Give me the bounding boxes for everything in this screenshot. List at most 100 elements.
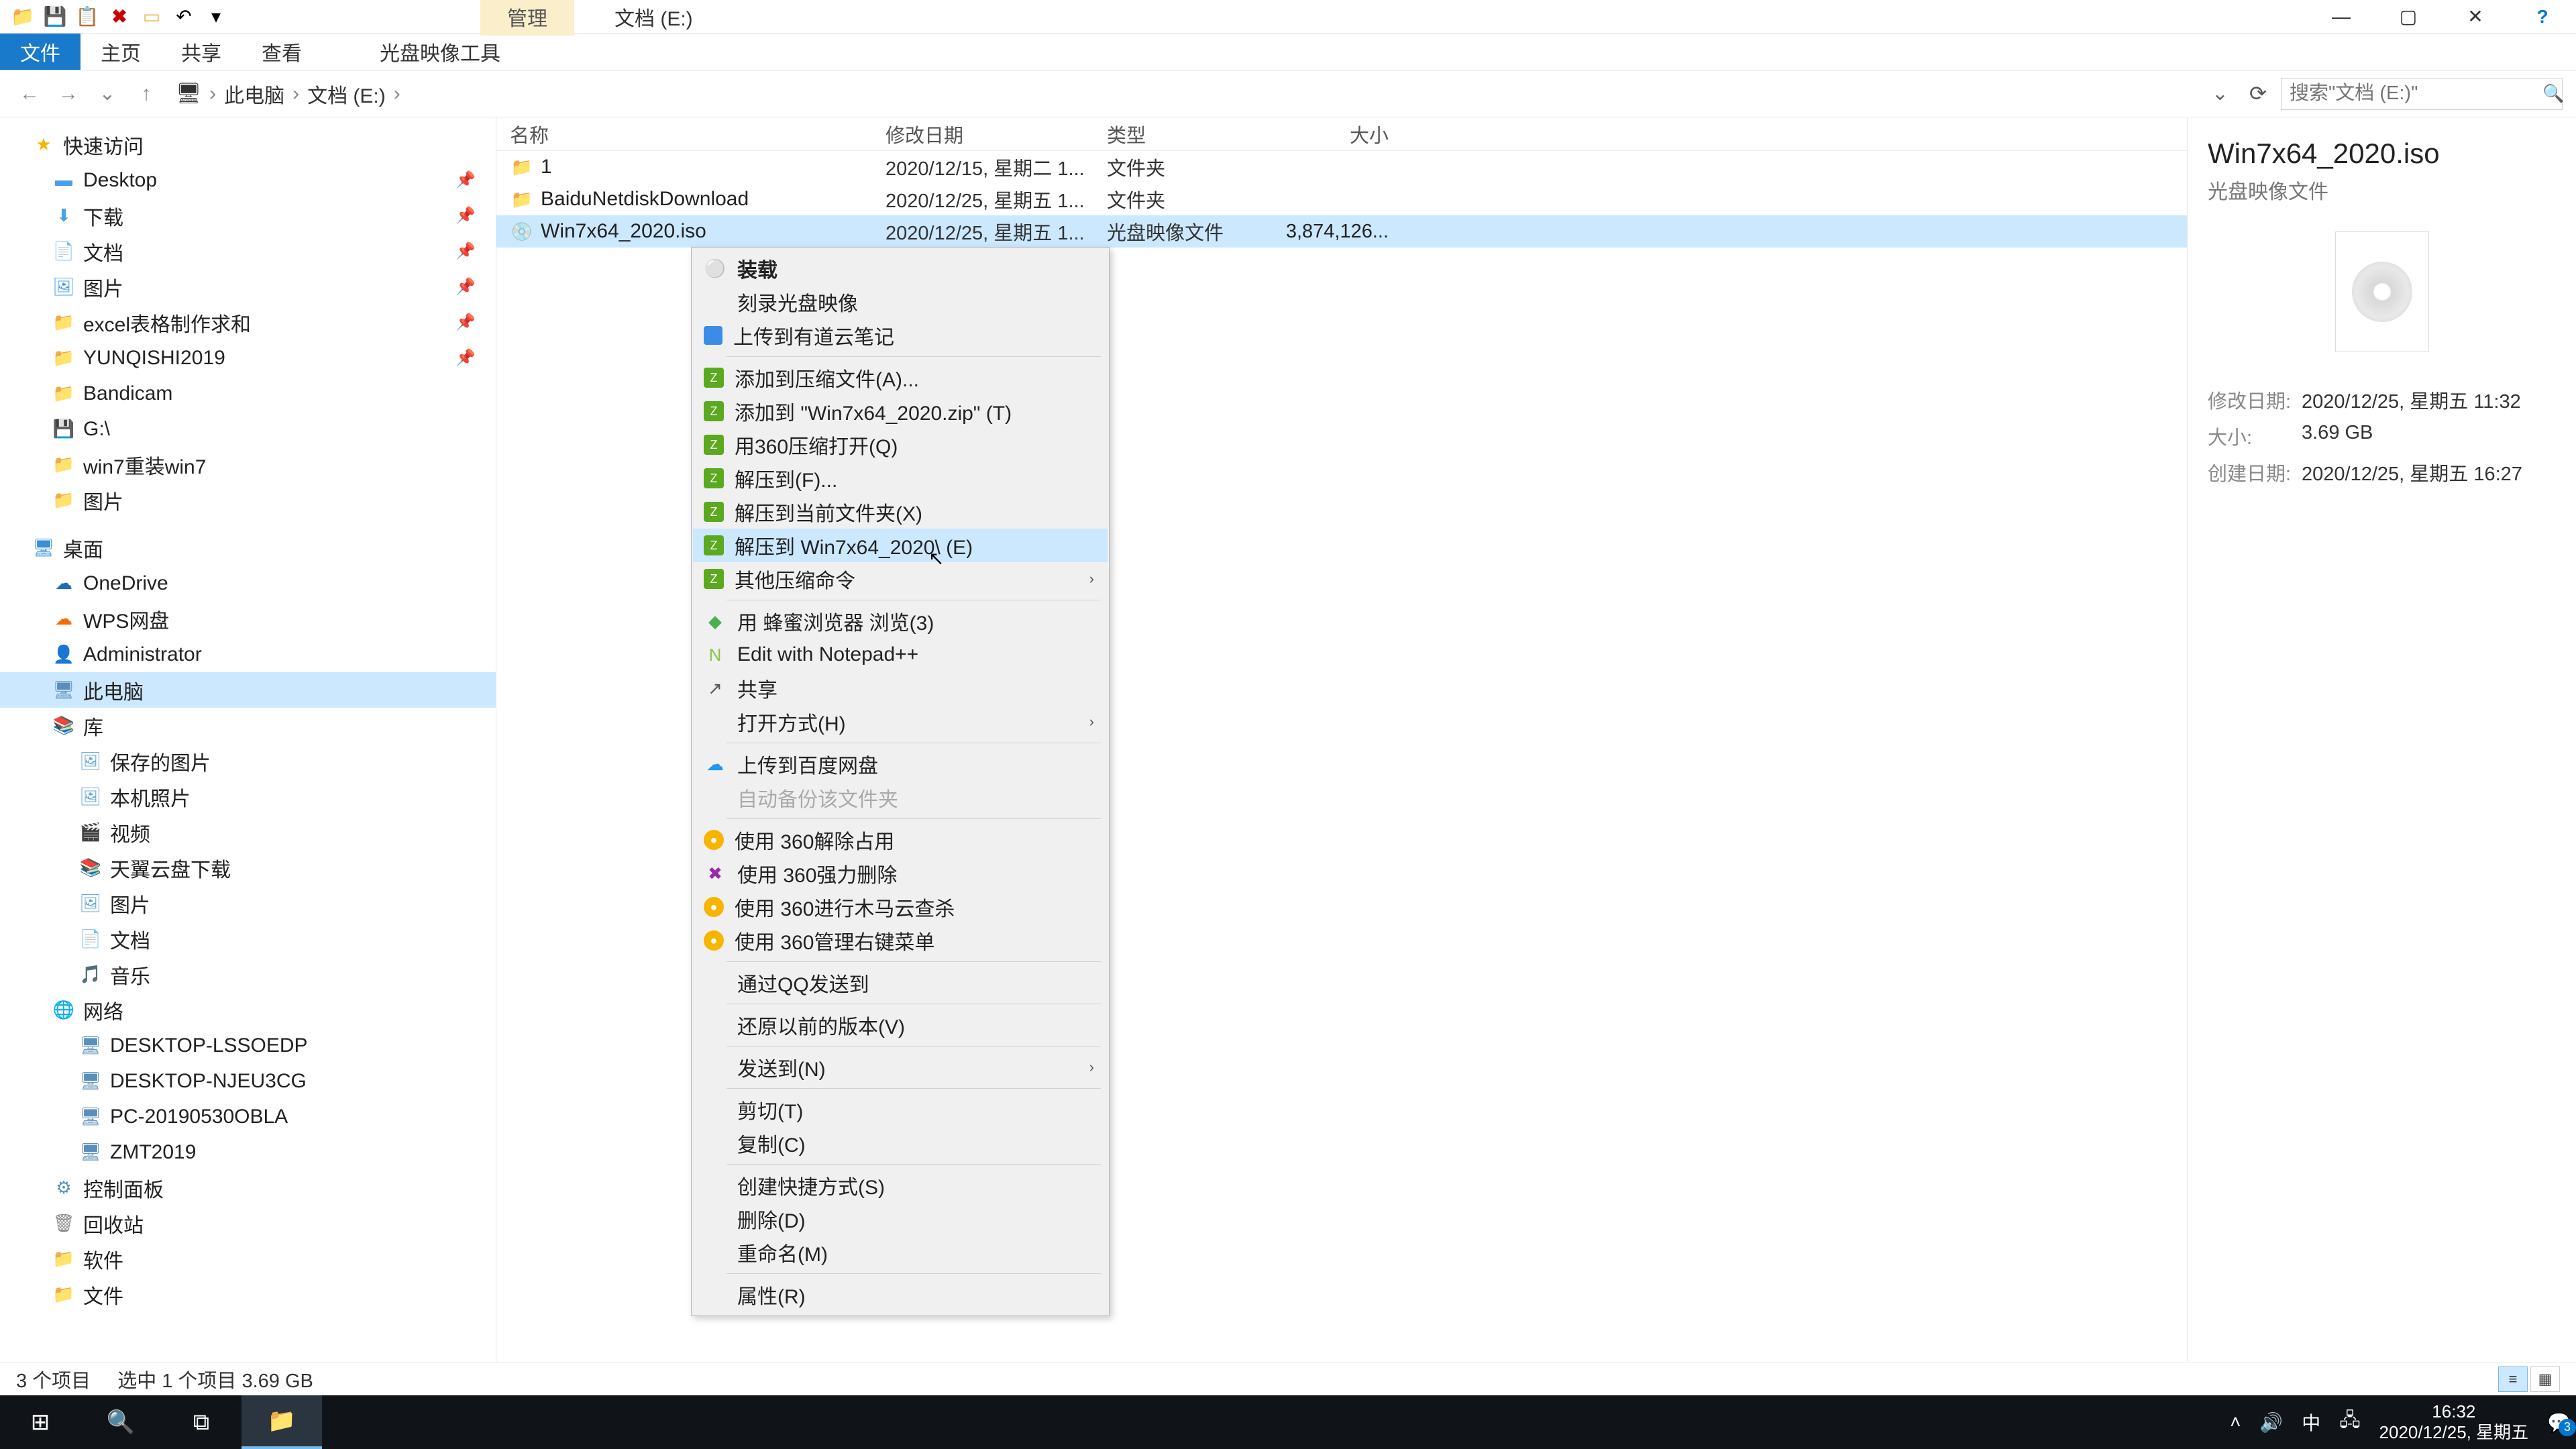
menu-item[interactable]: 刻录光盘映像 [693,285,1108,319]
task-view-button[interactable]: ⧉ [161,1395,241,1449]
back-button[interactable]: ← [13,78,46,110]
search-icon[interactable]: 🔍 [2542,83,2564,104]
menu-item[interactable]: 属性(R) [693,1278,1108,1311]
tree-pictures3[interactable]: 🖼图片 [0,885,496,921]
undo-icon[interactable]: 📋 [75,5,99,29]
ime-icon[interactable]: 中 [2302,1409,2320,1436]
menu-item[interactable]: ⚪装载 [693,252,1108,285]
maximize-button[interactable]: ▢ [2375,0,2442,34]
menu-item[interactable]: 发送到(N)› [693,1051,1108,1084]
tree-quick-access[interactable]: ★快速访问 [0,127,496,162]
menu-item[interactable]: ☁上传到百度网盘 [693,747,1108,781]
tree-desktop-header[interactable]: 🖥桌面 [0,530,496,566]
tree-network[interactable]: 🌐网络 [0,992,496,1028]
tab-view[interactable]: 查看 [241,34,322,70]
menu-item[interactable]: Z其他压缩命令› [693,562,1108,596]
tree-admin[interactable]: 👤Administrator [0,637,496,672]
tab-share[interactable]: 共享 [161,34,241,70]
tree-music[interactable]: 🎵音乐 [0,957,496,992]
recent-dropdown[interactable]: ⌄ [91,78,123,110]
breadcrumb[interactable]: 🖥 › 此电脑 › 文档 (E:) › ⌄ [169,76,2235,111]
tree-desktop[interactable]: ▬Desktop📌 [0,162,496,198]
menu-item[interactable]: Z解压到(F)... [693,462,1108,495]
search-input[interactable] [2290,83,2542,105]
tree-pc2[interactable]: 🖥DESKTOP-NJEU3CG [0,1063,496,1099]
breadcrumb-loc[interactable]: 文档 (E:) [307,79,386,109]
delete-icon[interactable]: ✖ [107,5,131,29]
start-button[interactable]: ⊞ [0,1395,80,1449]
menu-item[interactable]: 上传到有道云笔记 [693,319,1108,352]
tray-chevron-icon[interactable]: ˄ [2230,1411,2241,1433]
breadcrumb-root[interactable]: 此电脑 [224,79,284,109]
menu-item[interactable]: ●使用 360进行木马云查杀 [693,890,1108,924]
menu-item[interactable]: ✖使用 360强力删除 [693,857,1108,890]
menu-item[interactable]: 复制(C) [693,1126,1108,1160]
tree-saved-pictures[interactable]: 🖼保存的图片 [0,743,496,779]
tree-libraries[interactable]: 📚库 [0,708,496,743]
up-button[interactable]: ↑ [130,78,162,110]
menu-item[interactable]: Z添加到 "Win7x64_2020.zip" (T) [693,394,1108,428]
tree-excel-folder[interactable]: 📁excel表格制作求和📌 [0,305,496,340]
tree-yunqishi[interactable]: 📁YUNQISHI2019📌 [0,340,496,376]
tree-pc1[interactable]: 🖥DESKTOP-LSSOEDP [0,1028,496,1063]
menu-item[interactable]: 创建快捷方式(S) [693,1169,1108,1202]
tree-documents3[interactable]: 📄文档 [0,921,496,957]
tree-wps[interactable]: ☁WPS网盘 [0,601,496,637]
col-size[interactable]: 大小 [1281,120,1415,148]
volume-icon[interactable]: 🔊 [2259,1411,2283,1434]
tree-this-pc[interactable]: 🖥此电脑 [0,672,496,708]
menu-item[interactable]: ↗共享 [693,672,1108,705]
file-row[interactable]: 📁12020/12/15, 星期二 1...文件夹 [496,151,2187,183]
tab-file[interactable]: 文件 [0,34,80,70]
file-row[interactable]: 📁BaiduNetdiskDownload2020/12/25, 星期五 1..… [496,183,2187,215]
col-type[interactable]: 类型 [1107,120,1281,148]
menu-item[interactable]: ◆用 蜂蜜浏览器 浏览(3) [693,604,1108,638]
icons-view-button[interactable]: ▦ [2530,1366,2560,1392]
menu-item[interactable]: NEdit with Notepad++ [693,638,1108,672]
tree-software[interactable]: 📁软件 [0,1241,496,1277]
menu-item[interactable]: ●使用 360管理右键菜单 [693,924,1108,957]
tree-win7-folder[interactable]: 📁win7重装win7 [0,447,496,482]
undo2-icon[interactable]: ↶ [172,5,196,29]
col-name[interactable]: 名称 [510,120,885,148]
qat-dropdown-icon[interactable]: ▾ [204,5,228,29]
menu-item[interactable]: Z添加到压缩文件(A)... [693,361,1108,394]
col-date[interactable]: 修改日期 [885,120,1107,148]
address-dropdown-icon[interactable]: ⌄ [2212,82,2229,105]
tree-videos[interactable]: 🎬视频 [0,814,496,850]
forward-button[interactable]: → [52,78,85,110]
close-button[interactable]: ✕ [2442,0,2509,34]
minimize-button[interactable]: — [2308,0,2375,34]
rename-icon[interactable]: ▭ [140,5,164,29]
tree-downloads[interactable]: ⬇下载📌 [0,198,496,233]
tree-pictures[interactable]: 🖼图片📌 [0,269,496,305]
menu-item[interactable]: Z解压到 Win7x64_2020\ (E) [693,529,1108,562]
tree-files[interactable]: 📁文件 [0,1277,496,1312]
tree-documents[interactable]: 📄文档📌 [0,233,496,269]
manage-contextual-tab[interactable]: 管理 [480,0,574,36]
tree-bandicam[interactable]: 📁Bandicam [0,376,496,411]
search-button[interactable]: 🔍 [80,1395,161,1449]
tree-control-panel[interactable]: ⚙控制面板 [0,1170,496,1205]
refresh-button[interactable]: ⟳ [2242,82,2274,106]
tree-camera-roll[interactable]: 🖼本机照片 [0,779,496,814]
help-button[interactable]: ? [2509,0,2576,34]
clock[interactable]: 16:32 2020/12/25, 星期五 [2379,1401,2529,1443]
tree-pictures2[interactable]: 📁图片 [0,482,496,518]
tree-tianyi[interactable]: 📚天翼云盘下载 [0,850,496,885]
menu-item[interactable]: Z解压到当前文件夹(X) [693,495,1108,529]
file-row[interactable]: 💿Win7x64_2020.iso2020/12/25, 星期五 1...光盘映… [496,215,2187,248]
menu-item[interactable]: 重命名(M) [693,1236,1108,1269]
menu-item[interactable]: 打开方式(H)› [693,705,1108,739]
tree-pc3[interactable]: 🖥PC-20190530OBLA [0,1099,496,1134]
menu-item[interactable]: 剪切(T) [693,1093,1108,1126]
menu-item[interactable]: 通过QQ发送到 [693,966,1108,1000]
menu-item[interactable]: ●使用 360解除占用 [693,823,1108,857]
save-icon[interactable]: 💾 [43,5,67,29]
tab-home[interactable]: 主页 [80,34,161,70]
network-icon[interactable]: 🖧 [2339,1406,2360,1438]
menu-item[interactable]: 还原以前的版本(V) [693,1008,1108,1042]
explorer-taskbar-button[interactable]: 📁 [241,1395,322,1449]
menu-item[interactable]: 删除(D) [693,1202,1108,1236]
menu-item[interactable]: Z用360压缩打开(Q) [693,428,1108,462]
